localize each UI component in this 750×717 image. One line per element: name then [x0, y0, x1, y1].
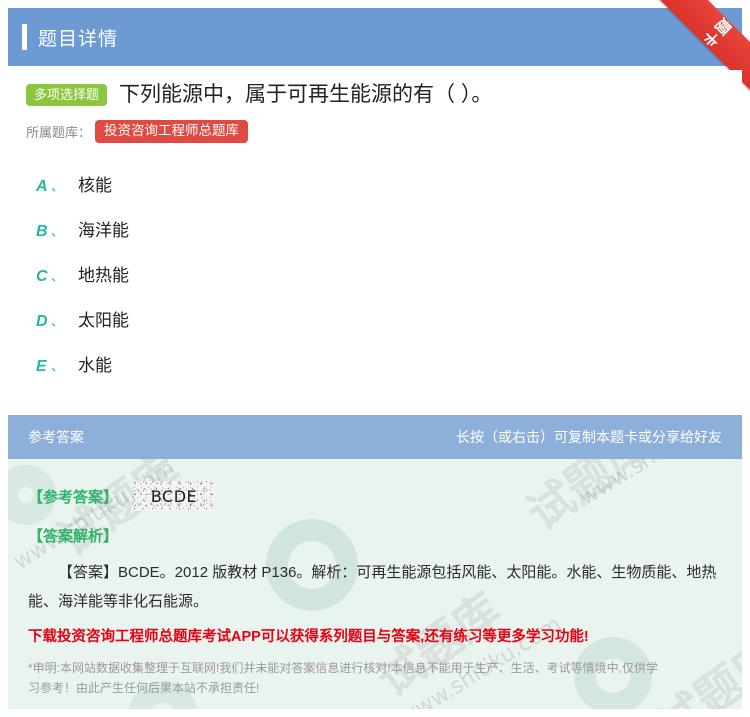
- list-item[interactable]: B 、 海洋能: [8, 216, 742, 261]
- disclaimer-text: *申明:本网站数据收集整理于互联网!我们并未能对答案信息进行核对!本信息不能用于…: [28, 660, 659, 695]
- question-detail-page: 题目详情 题卡 多项选择题 下列能源中，属于可再生能源的有（ ）。 所属题库： …: [0, 0, 750, 717]
- answer-share-hint: 长按（或右击）可复制本题卡或分享给好友: [456, 429, 722, 445]
- list-item[interactable]: A 、 核能: [8, 171, 742, 216]
- option-separator: 、: [51, 358, 65, 374]
- question-bank-row: 所属题库： 投资咨询工程师总题库: [8, 108, 742, 143]
- question-type-badge: 多项选择题: [26, 84, 108, 107]
- option-letter: D: [36, 312, 48, 330]
- option-text: 地热能: [78, 265, 130, 285]
- list-item[interactable]: E 、 水能: [8, 351, 742, 396]
- option-text: 核能: [78, 175, 113, 195]
- question-bank-label: 所属题库：: [26, 125, 92, 140]
- question-row: 多项选择题 下列能源中，属于可再生能源的有（ ）。: [8, 70, 742, 108]
- option-text: 太阳能: [78, 310, 130, 330]
- answer-body: 试题库 试题库 试题库 试题库 www.shitiku.com www.shit…: [8, 459, 742, 709]
- question-bank-badge[interactable]: 投资咨询工程师总题库: [95, 120, 249, 143]
- option-text: 水能: [78, 355, 113, 375]
- explanation-text: 【答案】BCDE。2012 版教材 P136。解析：可再生能源包括风能、太阳能。…: [28, 564, 717, 611]
- list-item[interactable]: D 、 太阳能: [8, 306, 742, 351]
- header-accent-bar: [22, 24, 27, 50]
- option-separator: 、: [51, 268, 65, 284]
- answer-header-title: 参考答案: [28, 429, 84, 445]
- option-letter: A: [36, 177, 48, 195]
- explanation-label: 【答案解析】: [28, 528, 119, 545]
- option-separator: 、: [51, 178, 65, 194]
- option-separator: 、: [51, 223, 65, 239]
- option-letter: B: [36, 222, 48, 240]
- list-item[interactable]: C 、 地热能: [8, 261, 742, 306]
- answer-header-bar: 参考答案 长按（或右击）可复制本题卡或分享给好友: [8, 415, 742, 459]
- page-title: 题目详情: [38, 28, 119, 50]
- question-stem: 下列能源中，属于可再生能源的有（ ）。: [119, 83, 493, 106]
- option-letter: E: [36, 357, 47, 375]
- answer-content: 【参考答案】 BCDE 【答案解析】 【答案】BCDE。2012 版教材 P13…: [8, 459, 742, 698]
- app-download-promo[interactable]: 下载投资咨询工程师总题库考试APP可以获得系列题目与答案,还有练习等更多学习功能…: [28, 625, 722, 646]
- reference-answer-value: BCDE: [134, 481, 215, 511]
- reference-answer-label: 【参考答案】: [28, 488, 119, 506]
- page-header: 题目详情: [8, 8, 742, 66]
- option-separator: 、: [51, 313, 65, 329]
- option-letter: C: [36, 267, 48, 285]
- question-area: 多项选择题 下列能源中，属于可再生能源的有（ ）。 所属题库： 投资咨询工程师总…: [8, 70, 742, 396]
- option-text: 海洋能: [78, 220, 130, 240]
- options-list: A 、 核能 B 、 海洋能 C 、 地热能 D 、 太阳能 E 、 水能: [8, 143, 742, 396]
- reference-answer-row: 【参考答案】 BCDE: [28, 479, 722, 513]
